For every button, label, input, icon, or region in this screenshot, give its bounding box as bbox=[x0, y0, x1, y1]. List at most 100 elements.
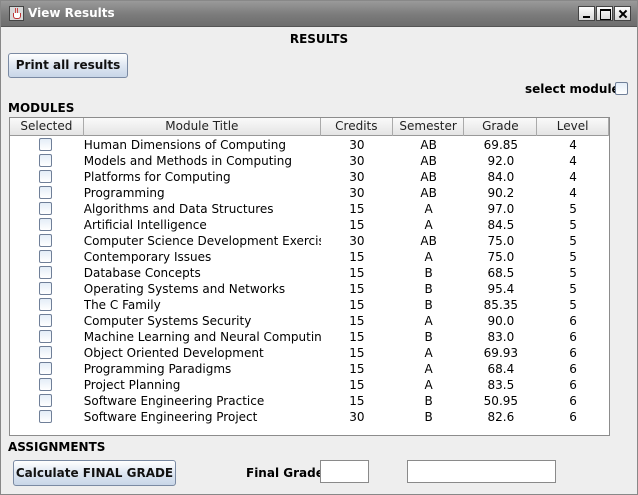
modules-section-label: MODULES bbox=[8, 101, 75, 115]
module-title-cell: The C Family bbox=[83, 298, 161, 312]
module-checkbox[interactable] bbox=[39, 266, 52, 279]
column-header-module-title[interactable]: Module Title bbox=[84, 118, 321, 136]
grade-cell: 75.0 bbox=[487, 234, 515, 248]
table-row[interactable]: Operating Systems and Networks 15 B 95.4… bbox=[10, 281, 609, 297]
credits-cell: 15 bbox=[349, 282, 365, 296]
module-checkbox[interactable] bbox=[39, 378, 52, 391]
result-field[interactable] bbox=[407, 460, 556, 483]
column-header-credits[interactable]: Credits bbox=[321, 118, 393, 136]
table-row[interactable]: Programming 30 AB 90.2 4 bbox=[10, 185, 609, 201]
minimize-button[interactable] bbox=[578, 6, 595, 21]
semester-cell: B bbox=[424, 330, 433, 344]
credits-cell: 30 bbox=[349, 154, 365, 168]
print-all-results-button[interactable]: Print all results bbox=[8, 53, 128, 78]
grade-cell: 90.2 bbox=[487, 186, 515, 200]
credits-cell: 30 bbox=[349, 410, 365, 424]
selected-cell bbox=[10, 249, 84, 265]
module-title-cell: Contemporary Issues bbox=[83, 250, 212, 264]
table-row[interactable]: Models and Methods in Computing 30 AB 92… bbox=[10, 153, 609, 169]
semester-cell: A bbox=[424, 362, 433, 376]
table-header: Selected Module Title Credits Semester G… bbox=[10, 118, 610, 136]
maximize-button[interactable] bbox=[596, 6, 613, 21]
select-modules-checkbox[interactable] bbox=[615, 82, 628, 95]
credits-cell: 15 bbox=[349, 362, 365, 376]
selected-cell bbox=[10, 169, 84, 185]
module-title-cell: Programming bbox=[83, 186, 165, 200]
table-row[interactable]: Machine Learning and Neural Computing 15… bbox=[10, 329, 609, 345]
module-checkbox[interactable] bbox=[39, 394, 52, 407]
selected-cell bbox=[10, 217, 84, 233]
semester-cell: AB bbox=[420, 170, 437, 184]
semester-cell: A bbox=[424, 250, 433, 264]
table-row[interactable]: Software Engineering Project 30 B 82.6 6 bbox=[10, 409, 609, 425]
module-title-cell: Database Concepts bbox=[83, 266, 201, 280]
grade-cell: 84.5 bbox=[487, 218, 515, 232]
selected-cell bbox=[10, 201, 84, 217]
table-row[interactable]: Object Oriented Development 15 A 69.93 6 bbox=[10, 345, 609, 361]
table-row[interactable]: The C Family 15 B 85.35 5 bbox=[10, 297, 609, 313]
credits-cell: 15 bbox=[349, 330, 365, 344]
column-header-level[interactable]: Level bbox=[537, 118, 610, 136]
selected-cell bbox=[10, 393, 84, 409]
module-checkbox[interactable] bbox=[39, 202, 52, 215]
module-checkbox[interactable] bbox=[39, 154, 52, 167]
selected-cell bbox=[10, 153, 84, 169]
module-checkbox[interactable] bbox=[39, 218, 52, 231]
module-checkbox[interactable] bbox=[39, 186, 52, 199]
selected-cell bbox=[10, 377, 84, 393]
module-checkbox[interactable] bbox=[39, 170, 52, 183]
table-row[interactable]: Database Concepts 15 B 68.5 5 bbox=[10, 265, 609, 281]
semester-cell: AB bbox=[420, 234, 437, 248]
selected-cell bbox=[10, 137, 84, 153]
table-row[interactable]: Programming Paradigms 15 A 68.4 6 bbox=[10, 361, 609, 377]
calculate-final-grade-button[interactable]: Calculate FINAL GRADE bbox=[13, 460, 176, 486]
module-checkbox[interactable] bbox=[39, 298, 52, 311]
module-title-cell: Platforms for Computing bbox=[83, 170, 231, 184]
module-checkbox[interactable] bbox=[39, 362, 52, 375]
column-header-grade[interactable]: Grade bbox=[464, 118, 538, 136]
semester-cell: B bbox=[424, 394, 433, 408]
table-row[interactable]: Algorithms and Data Structures 15 A 97.0… bbox=[10, 201, 609, 217]
table-row[interactable]: Computer Science Development Exercise 30… bbox=[10, 233, 609, 249]
grade-cell: 92.0 bbox=[487, 154, 515, 168]
title-bar[interactable]: View Results bbox=[1, 1, 637, 27]
table-row[interactable]: Software Engineering Practice 15 B 50.95… bbox=[10, 393, 609, 409]
grade-cell: 97.0 bbox=[487, 202, 515, 216]
semester-cell: A bbox=[424, 218, 433, 232]
table-row[interactable]: Project Planning 15 A 83.5 6 bbox=[10, 377, 609, 393]
table-row[interactable]: Human Dimensions of Computing 30 AB 69.8… bbox=[10, 137, 609, 153]
module-title-cell: Human Dimensions of Computing bbox=[83, 138, 286, 152]
module-checkbox[interactable] bbox=[39, 138, 52, 151]
level-cell: 5 bbox=[569, 266, 577, 280]
selected-cell bbox=[10, 297, 84, 313]
selected-cell bbox=[10, 361, 84, 377]
module-checkbox[interactable] bbox=[39, 346, 52, 359]
module-checkbox[interactable] bbox=[39, 282, 52, 295]
table-row[interactable]: Platforms for Computing 30 AB 84.0 4 bbox=[10, 169, 609, 185]
module-title-cell: Operating Systems and Networks bbox=[83, 282, 286, 296]
column-header-selected[interactable]: Selected bbox=[10, 118, 84, 136]
module-checkbox[interactable] bbox=[39, 314, 52, 327]
module-title-cell: Programming Paradigms bbox=[83, 362, 232, 376]
final-grade-field[interactable] bbox=[320, 460, 369, 483]
semester-cell: AB bbox=[420, 186, 437, 200]
credits-cell: 15 bbox=[349, 250, 365, 264]
module-checkbox[interactable] bbox=[39, 330, 52, 343]
module-checkbox[interactable] bbox=[39, 250, 52, 263]
view-results-window: View Results RESULTS Print all results s… bbox=[0, 0, 638, 495]
credits-cell: 30 bbox=[349, 234, 365, 248]
close-button[interactable] bbox=[614, 6, 631, 21]
grade-cell: 83.5 bbox=[487, 378, 515, 392]
java-cup-icon bbox=[9, 6, 24, 21]
table-body: Human Dimensions of Computing 30 AB 69.8… bbox=[10, 137, 609, 425]
window-title: View Results bbox=[28, 6, 115, 20]
level-cell: 4 bbox=[569, 170, 577, 184]
credits-cell: 15 bbox=[349, 346, 365, 360]
table-row[interactable]: Computer Systems Security 15 A 90.0 6 bbox=[10, 313, 609, 329]
column-header-semester[interactable]: Semester bbox=[393, 118, 465, 136]
semester-cell: AB bbox=[420, 154, 437, 168]
module-checkbox[interactable] bbox=[39, 234, 52, 247]
table-row[interactable]: Contemporary Issues 15 A 75.0 5 bbox=[10, 249, 609, 265]
table-row[interactable]: Artificial Intelligence 15 A 84.5 5 bbox=[10, 217, 609, 233]
module-checkbox[interactable] bbox=[39, 410, 52, 423]
